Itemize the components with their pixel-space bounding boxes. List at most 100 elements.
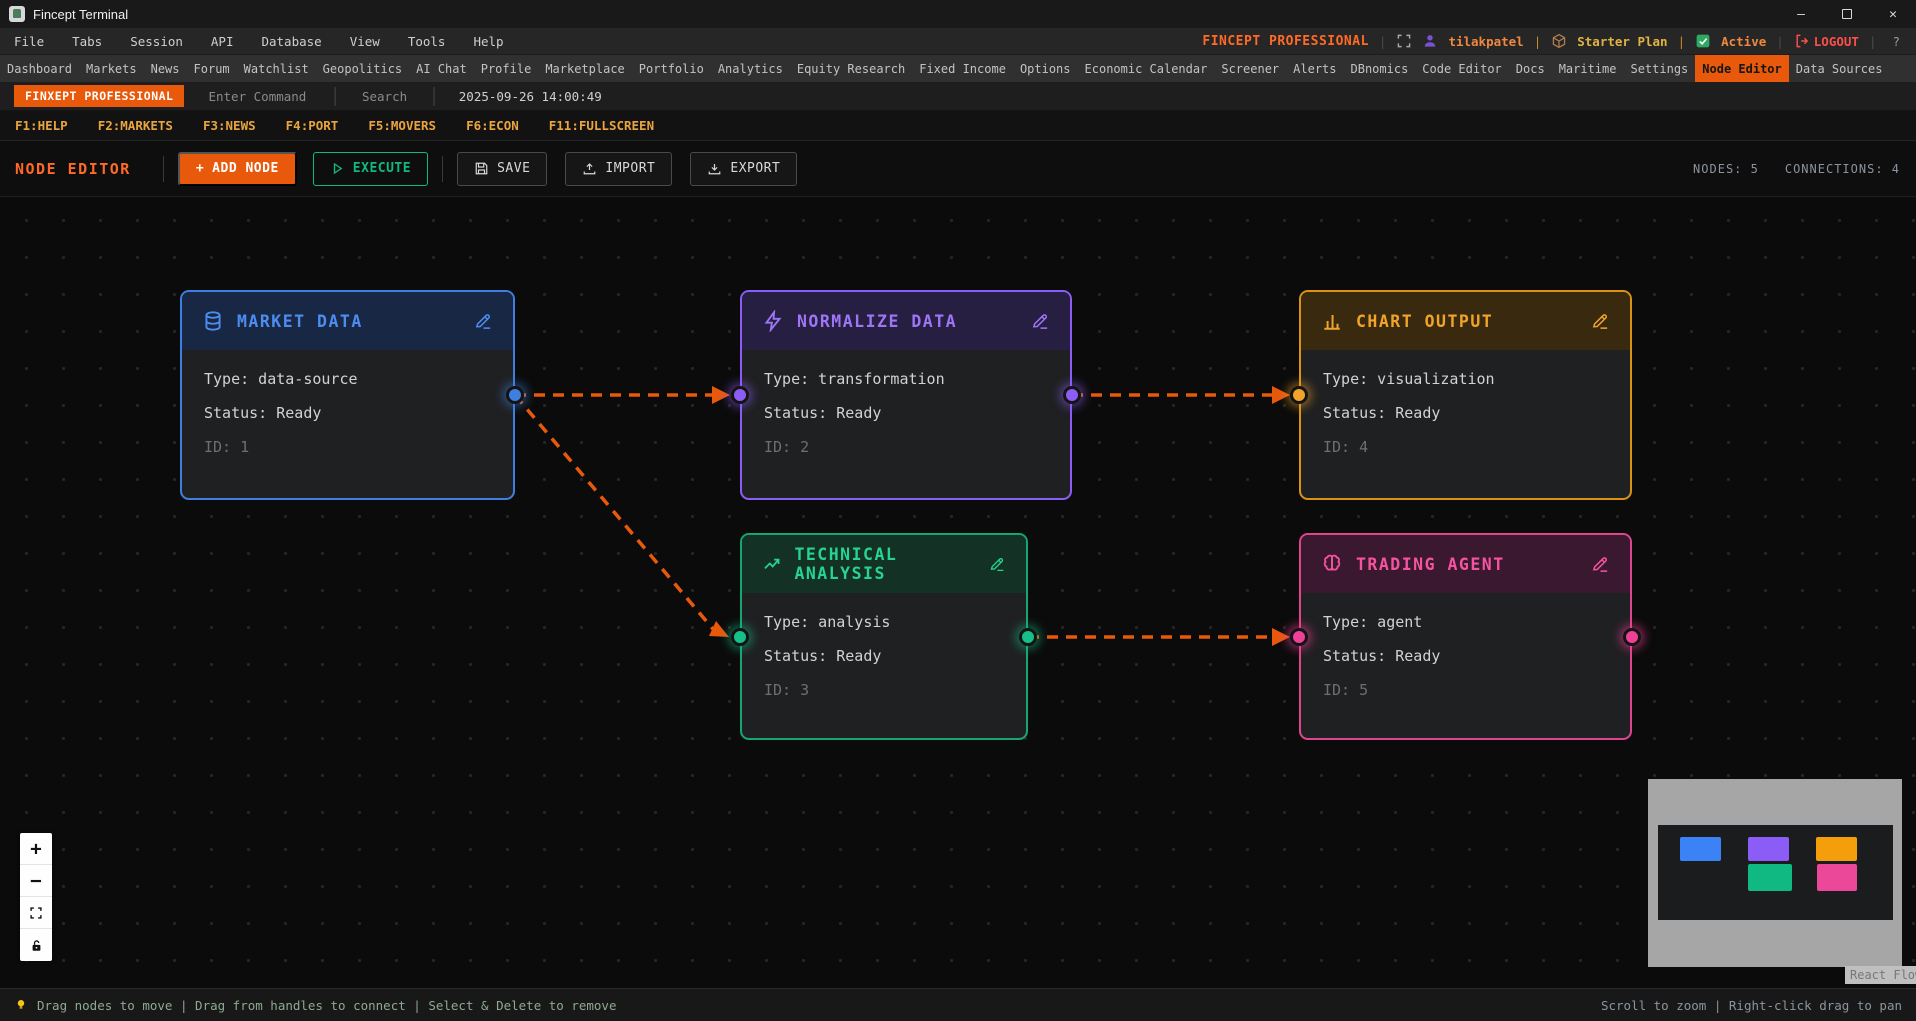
edge-marketdata-technical[interactable]	[515, 395, 713, 629]
close-button[interactable]: ✕	[1870, 0, 1916, 28]
search-input[interactable]: Search	[354, 89, 415, 104]
add-node-label: ADD NODE	[212, 161, 279, 176]
tab-dashboard[interactable]: Dashboard	[0, 55, 79, 82]
handle-normalize-out[interactable]	[1063, 386, 1081, 404]
connections-count: CONNECTIONS: 4	[1785, 162, 1900, 176]
nodes-count: NODES: 5	[1693, 162, 1759, 176]
minimap[interactable]	[1648, 779, 1902, 967]
menu-help[interactable]: Help	[459, 34, 517, 49]
handle-normalize-in[interactable]	[731, 386, 749, 404]
tab-profile[interactable]: Profile	[474, 55, 539, 82]
tab-forum[interactable]: Forum	[187, 55, 237, 82]
tab-settings[interactable]: Settings	[1623, 55, 1695, 82]
minimap-node-chart-output	[1816, 837, 1857, 861]
save-button[interactable]: SAVE	[457, 152, 547, 186]
handle-trading-agent-out[interactable]	[1623, 628, 1641, 646]
tab-marketplace[interactable]: Marketplace	[538, 55, 631, 82]
flow-canvas[interactable]: MARKET DATA Type: data-source Status: Re…	[0, 198, 1916, 988]
fkey-markets[interactable]: F2:MARKETS	[98, 118, 173, 133]
fkey-econ[interactable]: F6:ECON	[466, 118, 519, 133]
app-icon	[9, 6, 25, 22]
separator: │	[429, 87, 439, 106]
export-button[interactable]: EXPORT	[690, 152, 797, 186]
add-node-button[interactable]: + ADD NODE	[178, 152, 297, 186]
import-label: IMPORT	[605, 161, 655, 176]
save-label: SAVE	[497, 161, 530, 176]
lock-icon	[30, 939, 43, 952]
tab-portfolio[interactable]: Portfolio	[632, 55, 711, 82]
tab-analytics[interactable]: Analytics	[711, 55, 790, 82]
tab-dbnomics[interactable]: DBnomics	[1344, 55, 1416, 82]
separator: |	[1678, 34, 1686, 49]
maximize-button[interactable]	[1824, 0, 1870, 28]
pro-badge: FINXEPT PROFESSIONAL	[14, 85, 184, 107]
zoom-out-button[interactable]: −	[20, 865, 52, 897]
upload-icon	[582, 161, 597, 176]
title-bar: Fincept Terminal — ✕	[0, 0, 1916, 28]
check-icon	[1695, 33, 1711, 49]
help-button[interactable]: ?	[1886, 34, 1906, 49]
tab-alerts[interactable]: Alerts	[1286, 55, 1343, 82]
fkey-fullscreen[interactable]: F11:FULLSCREEN	[549, 118, 654, 133]
execute-button[interactable]: EXECUTE	[313, 152, 428, 186]
tab-node-editor[interactable]: Node Editor	[1695, 55, 1788, 82]
tab-geopolitics[interactable]: Geopolitics	[316, 55, 409, 82]
fit-view-icon	[29, 906, 43, 920]
menu-session[interactable]: Session	[116, 34, 197, 49]
play-icon	[330, 161, 345, 176]
plus-icon: +	[196, 161, 204, 176]
zoom-in-button[interactable]: +	[20, 833, 52, 865]
tab-data-sources[interactable]: Data Sources	[1789, 55, 1890, 82]
minimap-node-trading-agent	[1817, 864, 1857, 891]
tab-code-editor[interactable]: Code Editor	[1415, 55, 1508, 82]
handle-trading-agent-in[interactable]	[1290, 628, 1308, 646]
tab-screener[interactable]: Screener	[1214, 55, 1286, 82]
execute-label: EXECUTE	[353, 161, 411, 176]
fkey-movers[interactable]: F5:MOVERS	[368, 118, 436, 133]
edge-arrowhead	[1272, 628, 1290, 646]
menu-tools[interactable]: Tools	[394, 34, 460, 49]
handle-chart-output-in[interactable]	[1290, 386, 1308, 404]
status-active-label: Active	[1721, 34, 1766, 49]
tab-options[interactable]: Options	[1013, 55, 1078, 82]
menu-view[interactable]: View	[336, 34, 394, 49]
fkey-port[interactable]: F4:PORT	[286, 118, 339, 133]
menu-tabs[interactable]: Tabs	[58, 34, 116, 49]
page-title: NODE EDITOR	[15, 160, 131, 178]
fkey-news[interactable]: F3:NEWS	[203, 118, 256, 133]
react-flow-attribution[interactable]: React Flow	[1845, 966, 1916, 984]
tab-maritime[interactable]: Maritime	[1552, 55, 1624, 82]
window-title: Fincept Terminal	[33, 7, 128, 22]
tab-equity-research[interactable]: Equity Research	[790, 55, 912, 82]
status-bar: Drag nodes to move | Drag from handles t…	[0, 988, 1916, 1021]
minimap-viewport	[1658, 825, 1893, 920]
bulb-icon	[14, 998, 28, 1012]
minimap-node-market-data	[1680, 837, 1721, 861]
fkey-help[interactable]: F1:HELP	[15, 118, 68, 133]
tab-ai-chat[interactable]: AI Chat	[409, 55, 474, 82]
handle-technical-in[interactable]	[731, 628, 749, 646]
handle-market-data-out[interactable]	[506, 386, 524, 404]
logout-button[interactable]: LOGOUT	[1794, 33, 1859, 49]
separator: |	[1776, 34, 1784, 49]
separator: │	[330, 87, 340, 106]
handle-technical-out[interactable]	[1019, 628, 1037, 646]
tab-fixed-income[interactable]: Fixed Income	[912, 55, 1013, 82]
minimize-button[interactable]: —	[1778, 0, 1824, 28]
menu-file[interactable]: File	[0, 34, 58, 49]
import-button[interactable]: IMPORT	[565, 152, 672, 186]
status-hint-left: Drag nodes to move | Drag from handles t…	[37, 998, 616, 1013]
tab-economic-calendar[interactable]: Economic Calendar	[1078, 55, 1215, 82]
command-bar: FINXEPT PROFESSIONAL Enter Command │ Sea…	[0, 82, 1916, 111]
package-icon	[1551, 33, 1567, 49]
menu-database[interactable]: Database	[247, 34, 335, 49]
lock-button[interactable]	[20, 929, 52, 961]
tab-markets[interactable]: Markets	[79, 55, 144, 82]
command-input[interactable]: Enter Command	[198, 89, 316, 104]
tab-docs[interactable]: Docs	[1509, 55, 1552, 82]
fit-view-button[interactable]	[20, 897, 52, 929]
fullscreen-icon[interactable]	[1396, 33, 1412, 49]
tab-news[interactable]: News	[144, 55, 187, 82]
tab-watchlist[interactable]: Watchlist	[237, 55, 316, 82]
menu-api[interactable]: API	[197, 34, 248, 49]
